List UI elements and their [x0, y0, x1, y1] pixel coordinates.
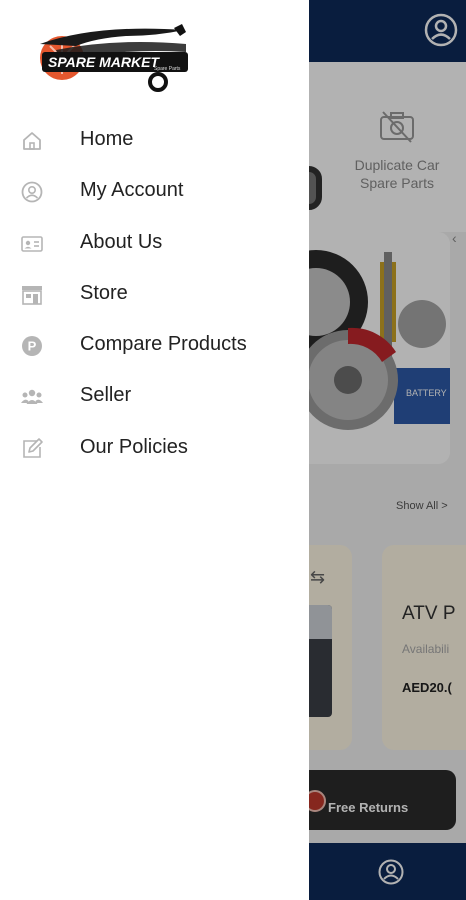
logo-subtext: Spare Parts	[154, 66, 181, 72]
menu-item-my-account[interactable]: My Account	[0, 166, 309, 217]
navigation-drawer: SPARE MARKET Spare Parts Home My Account	[0, 0, 309, 900]
menu-item-about-us[interactable]: About Us	[0, 218, 309, 269]
menu-item-label: Home	[80, 128, 134, 150]
menu-item-label: My Account	[80, 179, 184, 202]
menu-item-label: About Us	[80, 230, 163, 253]
menu-item-label: Our Policies	[80, 435, 188, 458]
drawer-menu: Home My Account About Us Store P Compare…	[0, 115, 309, 474]
logo-text: SPARE MARKET	[48, 54, 160, 70]
menu-item-label: Store	[80, 281, 128, 304]
home-icon	[23, 132, 41, 150]
menu-item-label: Compare Products	[80, 333, 247, 356]
seller-icon	[21, 390, 43, 405]
svg-text:P: P	[28, 339, 37, 354]
spare-market-logo[interactable]: SPARE MARKET Spare Parts	[36, 22, 194, 92]
menu-item-store[interactable]: Store	[0, 269, 309, 320]
store-icon	[22, 285, 42, 305]
menu-item-our-policies[interactable]: Our Policies	[0, 423, 309, 474]
menu-item-home[interactable]: Home	[0, 115, 309, 166]
account-icon	[21, 181, 43, 203]
compare-icon: P	[22, 336, 42, 357]
menu-item-compare-products[interactable]: P Compare Products	[0, 320, 309, 371]
menu-item-seller[interactable]: Seller	[0, 371, 309, 422]
policies-icon	[23, 437, 43, 458]
id-card-icon	[21, 235, 43, 252]
menu-item-label: Seller	[80, 384, 132, 407]
